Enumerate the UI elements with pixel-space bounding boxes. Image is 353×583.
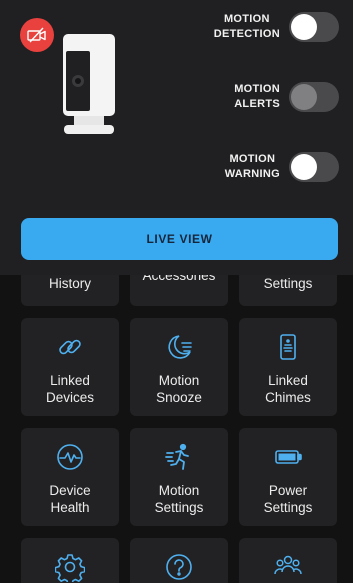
- camera-off-icon: [27, 27, 46, 43]
- tile-shared-users[interactable]: [239, 538, 337, 583]
- power-settings-tile[interactable]: Power Settings: [239, 428, 337, 526]
- device-health-label: Device Health: [49, 483, 91, 515]
- tile-settings-gear[interactable]: [21, 538, 119, 583]
- linked-chimes-label: Linked Chimes: [265, 373, 311, 405]
- motion-settings-label: Motion Settings: [154, 483, 204, 515]
- moon-snooze-icon: [168, 335, 192, 359]
- gear-icon: [55, 554, 85, 582]
- motion-snooze-tile[interactable]: Motion Snooze: [130, 318, 228, 416]
- motion-warning-label: MOTION WARNING: [224, 153, 280, 180]
- linked-devices-tile[interactable]: Linked Devices: [21, 318, 119, 416]
- device-health-tile[interactable]: Device Health: [21, 428, 119, 526]
- motion-detection-toggle[interactable]: [289, 12, 339, 42]
- battery-icon: [275, 450, 302, 464]
- link-icon: [59, 339, 81, 355]
- help-icon: [166, 554, 192, 580]
- motion-snooze-label: Motion Snooze: [156, 373, 202, 405]
- camera-status-badge[interactable]: [20, 18, 54, 52]
- motion-settings-tile[interactable]: Motion Settings: [130, 428, 228, 526]
- motion-alerts-label: MOTION ALERTS: [234, 83, 280, 110]
- toggle-knob: [291, 84, 317, 110]
- chime-icon: [280, 334, 296, 360]
- linked-devices-label: Linked Devices: [45, 373, 94, 405]
- motion-warning-toggle[interactable]: [289, 152, 339, 182]
- users-icon: [274, 555, 302, 575]
- toggle-knob: [291, 154, 317, 180]
- motion-alerts-row: MOTION ALERTS: [139, 75, 339, 119]
- running-person-icon: [165, 443, 189, 470]
- device-header-panel: MOTION DETECTION MOTION ALERTS MOTION WA…: [0, 0, 353, 275]
- settings-label: Settings: [263, 276, 313, 291]
- power-settings-label: Power Settings: [263, 483, 313, 515]
- live-view-button[interactable]: LIVE VIEW: [21, 218, 338, 260]
- motion-detection-row: MOTION DETECTION: [139, 5, 339, 49]
- linked-chimes-tile[interactable]: Linked Chimes: [239, 318, 337, 416]
- pulse-icon: [57, 444, 83, 470]
- history-label: History: [48, 276, 91, 291]
- device-image: [63, 34, 115, 134]
- motion-warning-row: MOTION WARNING: [139, 145, 339, 189]
- tile-help[interactable]: [130, 538, 228, 583]
- toggle-knob: [291, 14, 317, 40]
- motion-alerts-toggle[interactable]: [289, 82, 339, 112]
- motion-detection-label: MOTION DETECTION: [213, 13, 280, 40]
